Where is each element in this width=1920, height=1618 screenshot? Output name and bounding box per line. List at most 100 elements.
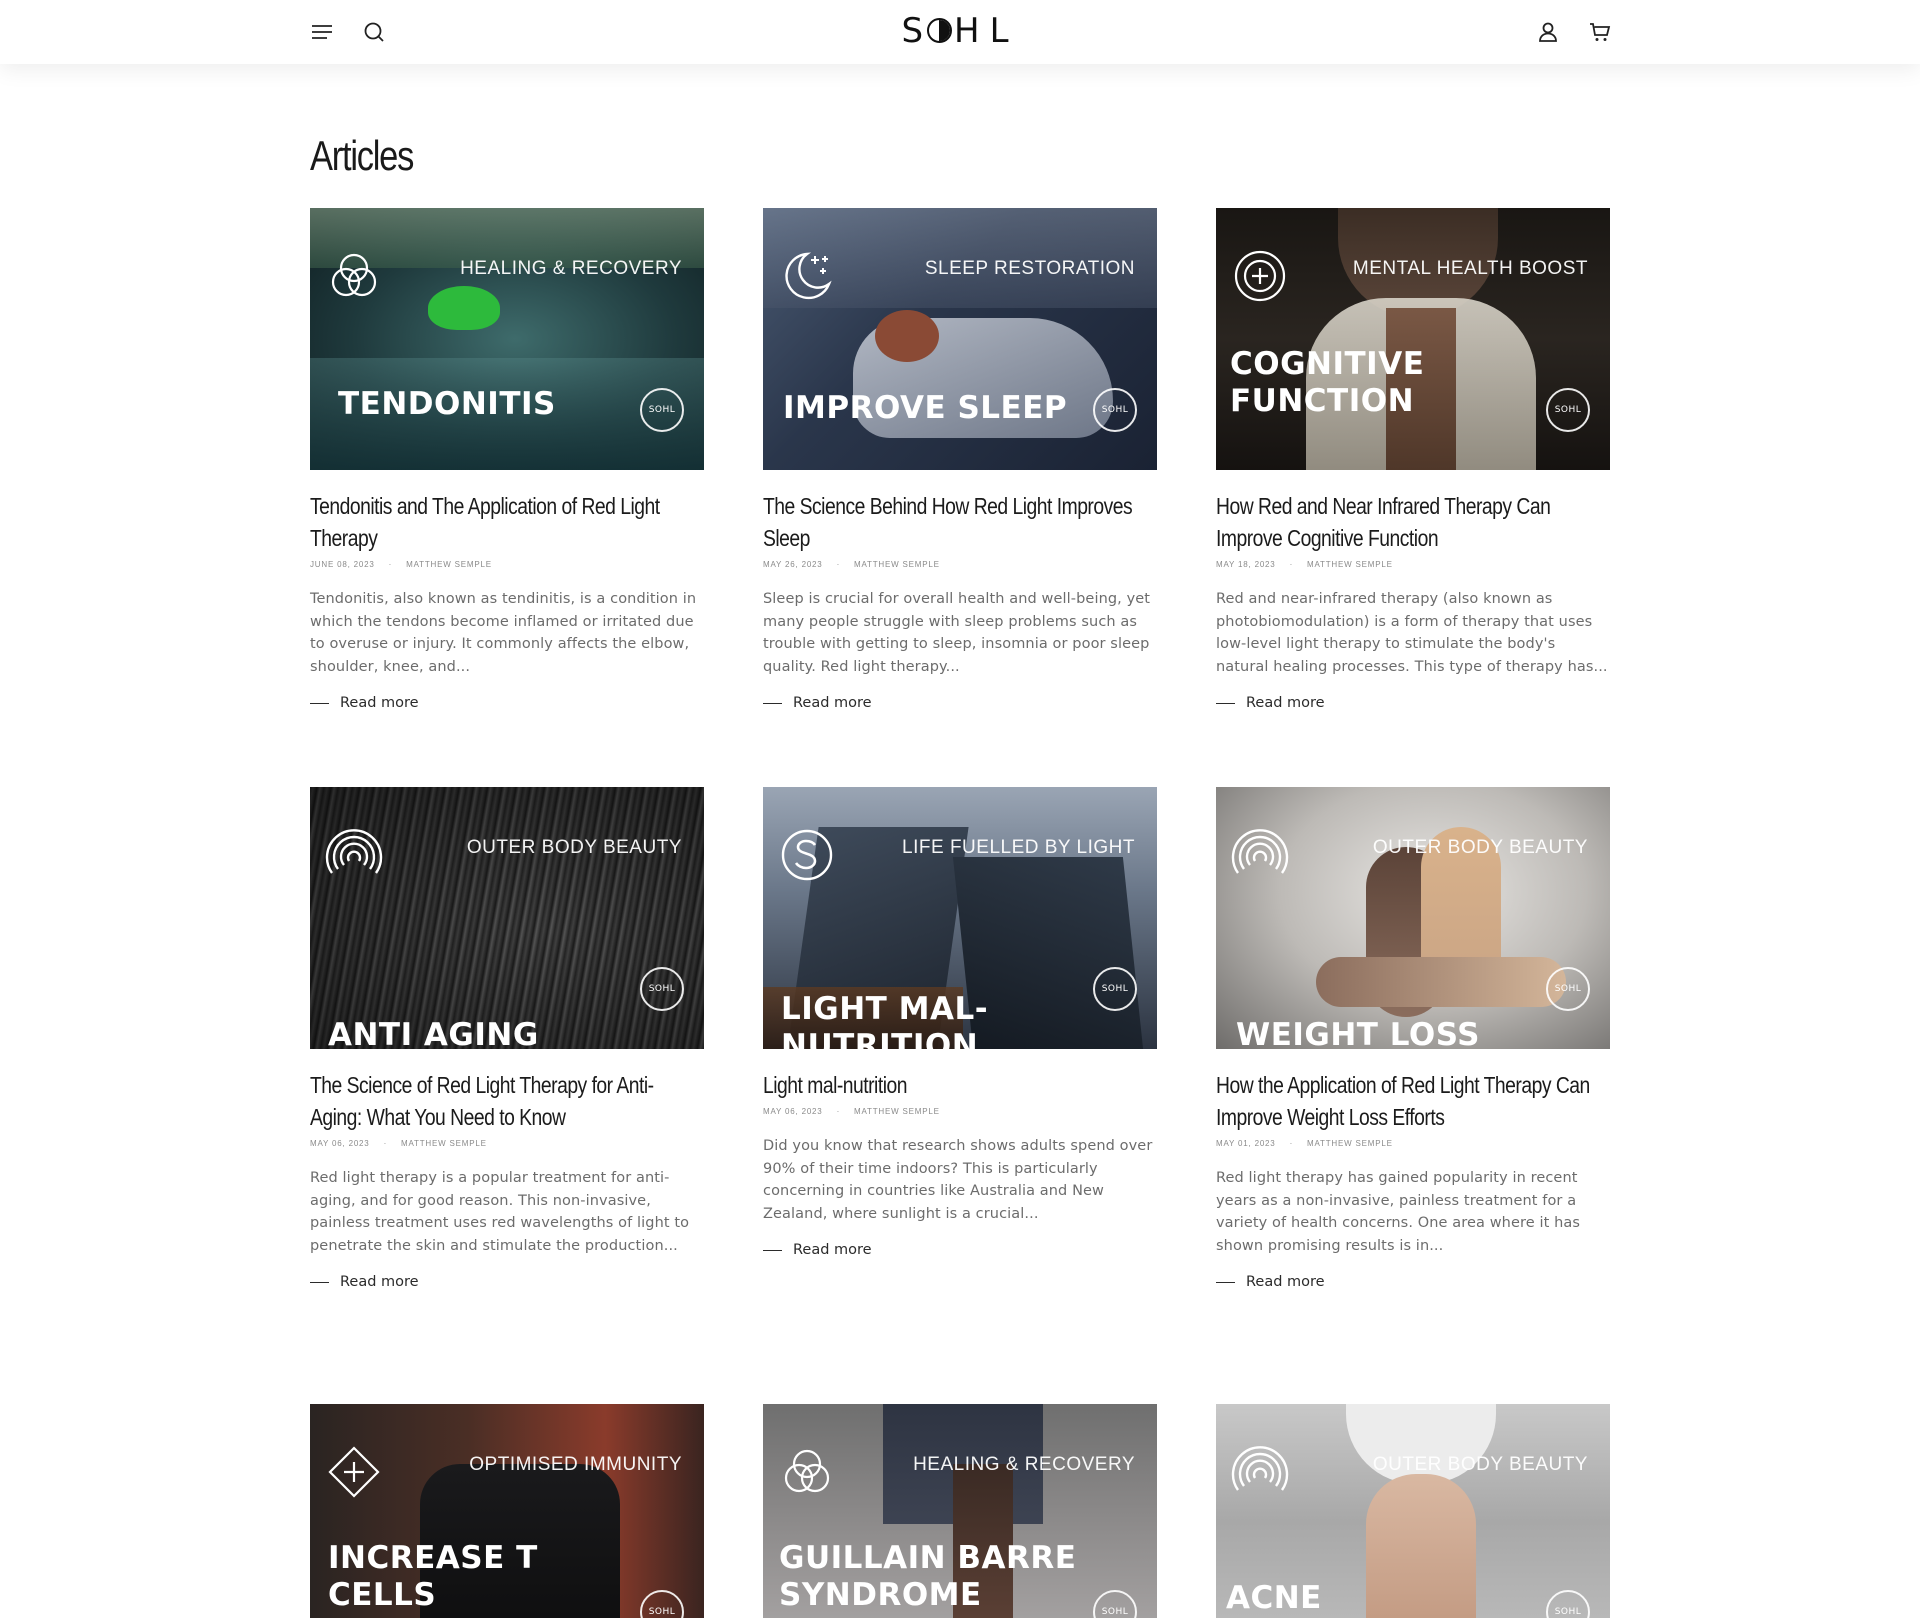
radiate-icon xyxy=(1230,1442,1290,1502)
article-card: LIFE FUELLED BY LIGHT LIGHT MAL-NUTRITIO… xyxy=(763,787,1157,1261)
sleeper-head xyxy=(875,310,939,362)
category-tag: OPTIMISED IMMUNITY xyxy=(469,1454,682,1475)
sohl-badge: SOHL xyxy=(640,967,684,1011)
thumbnail-overlay-text: IMPROVE SLEEP xyxy=(783,390,1068,426)
radiate-icon xyxy=(1230,825,1290,885)
read-more-line xyxy=(1216,1281,1235,1283)
menu-icon[interactable] xyxy=(310,20,334,44)
read-more-link[interactable]: Read more xyxy=(763,692,1157,714)
thumbnail-overlay-text: LIGHT MAL-NUTRITION xyxy=(781,991,989,1049)
article-date: MAY 18, 2023 xyxy=(1216,560,1276,569)
thumbnail-overlay-text: TENDONITIS xyxy=(338,386,556,422)
read-more-line xyxy=(763,702,782,704)
article-date: MAY 06, 2023 xyxy=(310,1139,370,1148)
article-card: SLEEP RESTORATION IMPROVE SLEEP SOHL The… xyxy=(763,208,1157,714)
article-meta: MAY 18, 2023 · MATTHEW SEMPLE xyxy=(1216,560,1610,572)
article-date: MAY 01, 2023 xyxy=(1216,1139,1276,1148)
article-title-link[interactable]: The Science Behind How Red Light Improve… xyxy=(763,490,1158,554)
article-thumbnail-link[interactable]: HEALING & RECOVERY TENDONITIS SOHL xyxy=(310,208,704,470)
article-title-link[interactable]: How Red and Near Infrared Therapy Can Im… xyxy=(1216,490,1611,554)
article-title-link[interactable]: Light mal-nutrition xyxy=(763,1069,1158,1101)
search-icon[interactable] xyxy=(362,20,386,44)
woman-face xyxy=(1366,1474,1476,1618)
category-tag: HEALING & RECOVERY xyxy=(913,1454,1135,1475)
sohl-badge: SOHL xyxy=(640,1590,684,1618)
sohl-badge: SOHL xyxy=(1093,1590,1137,1618)
article-thumbnail-link[interactable]: MENTAL HEALTH BOOST COGNITIVE FUNCTION S… xyxy=(1216,208,1610,470)
article-thumbnail-link[interactable]: HEALING & RECOVERY GUILLAIN BARRE SYNDRO… xyxy=(763,1404,1157,1618)
account-icon[interactable] xyxy=(1536,20,1560,44)
article-thumbnail-link[interactable]: SLEEP RESTORATION IMPROVE SLEEP SOHL xyxy=(763,208,1157,470)
article-card: OPTIMISED IMMUNITY INCREASE T CELLS SOHL xyxy=(310,1404,704,1618)
read-more-link[interactable]: Read more xyxy=(310,1271,704,1293)
article-date: MAY 26, 2023 xyxy=(763,560,823,569)
radiate-icon xyxy=(324,825,384,885)
article-author: MATTHEW SEMPLE xyxy=(1307,560,1393,569)
meta-separator: · xyxy=(1289,560,1294,569)
legs xyxy=(1316,957,1566,1007)
plus-circle-icon xyxy=(1230,246,1290,306)
article-excerpt: Red light therapy has gained popularity … xyxy=(1216,1170,1581,1254)
read-more-label: Read more xyxy=(340,695,419,711)
venn-icon xyxy=(324,246,384,306)
read-more-label: Read more xyxy=(793,695,872,711)
thumbnail-overlay-text: ACNE xyxy=(1226,1580,1322,1616)
read-more-label: Read more xyxy=(1246,1274,1325,1290)
category-tag: MENTAL HEALTH BOOST xyxy=(1352,258,1588,279)
article-title-link[interactable]: Tendonitis and The Application of Red Li… xyxy=(310,490,705,554)
moon-icon xyxy=(777,246,837,306)
brand-logo-end: HL xyxy=(954,11,1019,51)
category-tag: OUTER BODY BEAUTY xyxy=(1372,837,1588,858)
read-more-label: Read more xyxy=(340,1274,419,1290)
meta-separator: · xyxy=(836,1107,841,1116)
category-tag: OUTER BODY BEAUTY xyxy=(466,837,682,858)
article-author: MATTHEW SEMPLE xyxy=(406,560,492,569)
article-author: MATTHEW SEMPLE xyxy=(1307,1139,1393,1148)
s-logo-icon xyxy=(777,825,837,885)
read-more-link[interactable]: Read more xyxy=(763,1239,1157,1261)
brand-logo-o-mark xyxy=(927,18,953,43)
article-meta: JUNE 08, 2023 · MATTHEW SEMPLE xyxy=(310,560,704,572)
article-title-link[interactable]: How the Application of Red Light Therapy… xyxy=(1216,1069,1611,1133)
article-excerpt: Did you know that research shows adults … xyxy=(763,1138,1153,1222)
sohl-badge: SOHL xyxy=(1546,1590,1590,1618)
article-meta: MAY 01, 2023 · MATTHEW SEMPLE xyxy=(1216,1139,1610,1151)
meta-separator: · xyxy=(1289,1139,1294,1148)
article-title-link[interactable]: The Science of Red Light Therapy for Ant… xyxy=(310,1069,705,1133)
meta-separator: · xyxy=(383,1139,388,1148)
article-author: MATTHEW SEMPLE xyxy=(854,1107,940,1116)
article-date: MAY 06, 2023 xyxy=(763,1107,823,1116)
article-thumbnail-link[interactable]: LIFE FUELLED BY LIGHT LIGHT MAL-NUTRITIO… xyxy=(763,787,1157,1049)
sohl-badge: SOHL xyxy=(1093,388,1137,432)
meta-separator: · xyxy=(836,560,841,569)
meta-separator: · xyxy=(388,560,393,569)
read-more-link[interactable]: Read more xyxy=(1216,1271,1610,1293)
article-thumbnail-link[interactable]: OUTER BODY BEAUTY ACNE SOHL xyxy=(1216,1404,1610,1618)
article-excerpt: Red light therapy is a popular treatment… xyxy=(310,1170,690,1254)
diamond-plus-icon xyxy=(324,1442,384,1502)
article-card: MENTAL HEALTH BOOST COGNITIVE FUNCTION S… xyxy=(1216,208,1610,714)
article-thumbnail-link[interactable]: OUTER BODY BEAUTY WEIGHT LOSS SOHL xyxy=(1216,787,1610,1049)
thumbnail-overlay-text: WEIGHT LOSS xyxy=(1236,1017,1480,1049)
thumbnail-overlay-text: COGNITIVE FUNCTION xyxy=(1230,346,1425,419)
article-meta: MAY 26, 2023 · MATTHEW SEMPLE xyxy=(763,560,1157,572)
article-meta: MAY 06, 2023 · MATTHEW SEMPLE xyxy=(310,1139,704,1151)
article-thumbnail-link[interactable]: OPTIMISED IMMUNITY INCREASE T CELLS SOHL xyxy=(310,1404,704,1618)
read-more-line xyxy=(310,1281,329,1283)
site-header: S HL xyxy=(0,0,1920,64)
sohl-badge: SOHL xyxy=(640,388,684,432)
article-date: JUNE 08, 2023 xyxy=(310,560,375,569)
read-more-link[interactable]: Read more xyxy=(310,692,704,714)
sohl-badge: SOHL xyxy=(1093,967,1137,1011)
brand-logo[interactable]: S HL xyxy=(896,12,1024,50)
article-thumbnail-link[interactable]: OUTER BODY BEAUTY ANTI AGING SOHL xyxy=(310,787,704,1049)
category-tag: SLEEP RESTORATION xyxy=(924,258,1135,279)
cart-icon[interactable] xyxy=(1588,20,1612,44)
article-excerpt: Sleep is crucial for overall health and … xyxy=(763,591,1151,675)
read-more-link[interactable]: Read more xyxy=(1216,692,1610,714)
category-tag: OUTER BODY BEAUTY xyxy=(1372,1454,1588,1475)
article-card: OUTER BODY BEAUTY WEIGHT LOSS SOHL How t… xyxy=(1216,787,1610,1293)
read-more-line xyxy=(310,702,329,704)
read-more-line xyxy=(1216,702,1235,704)
read-more-label: Read more xyxy=(1246,695,1325,711)
